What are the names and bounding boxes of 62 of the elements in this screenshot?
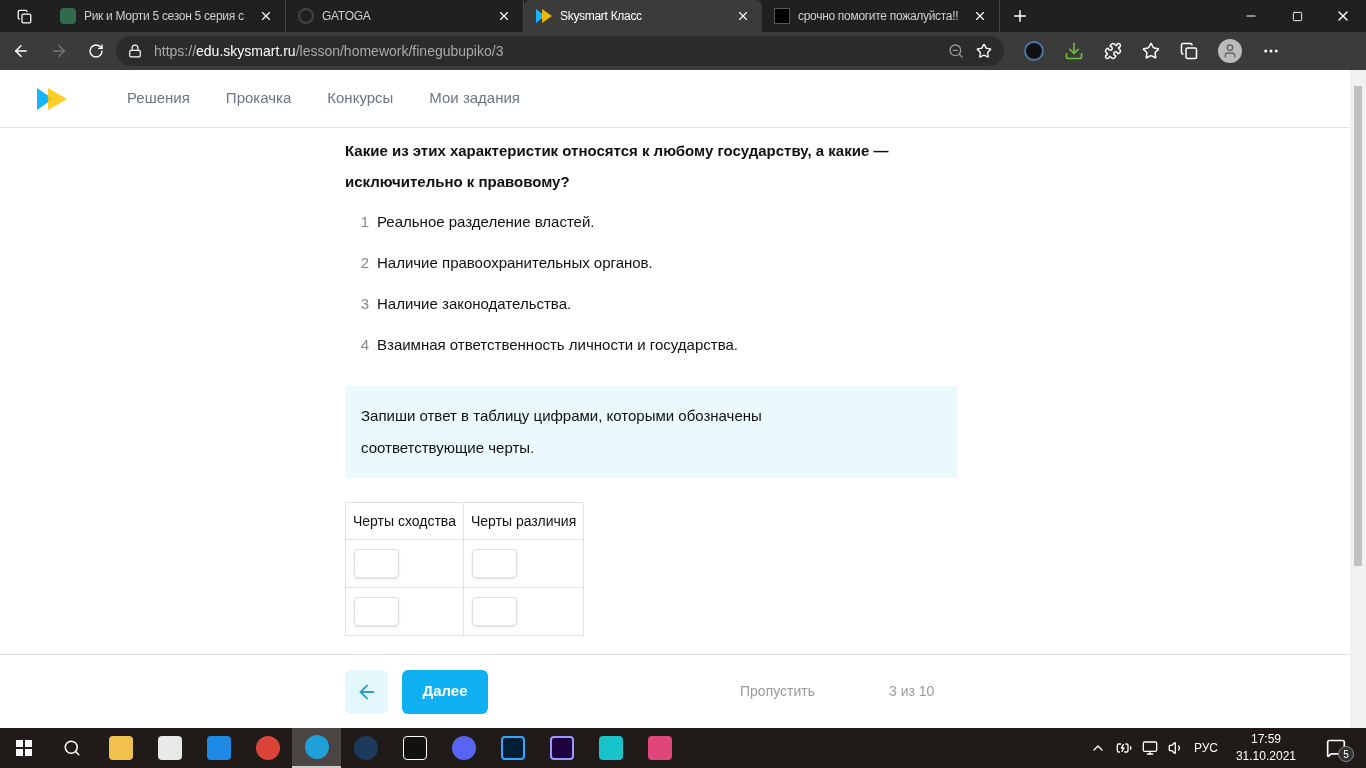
question-text: Какие из этих характеристик относятся к любому государству, а какие — исключительно к правовому? [345, 141, 890, 192]
back-icon[interactable] [12, 42, 30, 60]
answer-input[interactable] [471, 549, 517, 578]
tab-actions-icon[interactable] [16, 8, 32, 24]
favorite-icon[interactable] [976, 43, 992, 59]
lock-icon [128, 44, 142, 58]
zoom-out-icon[interactable] [948, 43, 964, 59]
answer-input[interactable] [354, 597, 399, 626]
reload-icon[interactable] [88, 43, 104, 59]
forward-icon[interactable] [50, 42, 68, 60]
maximize-icon[interactable] [1291, 10, 1303, 22]
item-number: 2 [359, 253, 369, 273]
nav-link[interactable]: Решения [127, 87, 190, 110]
close-icon[interactable] [736, 9, 750, 23]
progress-text: 3 из 10 [889, 682, 935, 701]
tab-favicon-icon [298, 8, 314, 24]
clock-time[interactable]: 17:59 [1250, 731, 1281, 748]
nav-link[interactable]: Мои задания [429, 87, 520, 110]
battery-icon[interactable] [1115, 740, 1132, 756]
item-text: Наличие правоохранительных органов. [377, 253, 653, 273]
tab-title: срочно помогите пожалуйста!! [798, 8, 960, 25]
address-field[interactable]: https://edu.skysmart.ru/lesson/homework/finegubupiko/3 [116, 36, 1004, 66]
url-text: https://edu.skysmart.ru/lesson/homework/finegubupiko/3 [154, 41, 505, 61]
extensions-icon[interactable] [1104, 42, 1122, 60]
profile-avatar[interactable] [1218, 39, 1242, 63]
item-text: Реальное разделение властей. [377, 212, 595, 232]
item-number: 3 [359, 294, 369, 314]
tab-favicon-icon [60, 8, 76, 24]
favorites-icon[interactable] [1142, 42, 1160, 60]
tab-favicon-icon [774, 8, 790, 24]
collections-icon[interactable] [1180, 42, 1198, 60]
extension-icon[interactable] [1024, 41, 1044, 61]
taskbar-app[interactable] [292, 728, 341, 768]
back-button[interactable] [345, 669, 388, 714]
notification-count: 5 [1338, 746, 1354, 762]
item-text: Взаимная ответственность личности и государства. [377, 335, 738, 355]
item-number: 1 [359, 212, 369, 232]
network-icon[interactable] [1141, 740, 1158, 756]
column-header: Черты различия [463, 502, 584, 540]
start-icon[interactable] [16, 740, 32, 756]
item-text: Наличие законодательства. [377, 294, 572, 314]
clock-date[interactable]: 31.10.2021 [1235, 748, 1296, 765]
download-icon[interactable] [1064, 41, 1084, 61]
item-number: 4 [359, 335, 369, 355]
language-indicator[interactable]: РУС [1193, 739, 1218, 757]
new-tab-icon[interactable] [1011, 7, 1029, 25]
search-icon[interactable] [63, 739, 81, 757]
close-icon[interactable] [259, 9, 273, 23]
tab-favicon-icon [536, 9, 552, 23]
browser-tab[interactable]: Skysmart Класс [524, 0, 762, 32]
column-header: Черты сходства [345, 502, 464, 540]
answer-input[interactable] [471, 597, 517, 626]
nav-link[interactable]: Прокачка [225, 87, 292, 110]
tab-title: Skysmart Класс [560, 8, 643, 25]
close-icon[interactable] [973, 9, 987, 23]
tab-title: GATOGA [322, 8, 372, 25]
tab-title: Рик и Морти 5 сезон 5 серия с [84, 8, 245, 25]
instruction-text: Запиши ответ в таблицу цифрами, которыми обозначены соответствующие черты. [361, 406, 763, 458]
close-icon[interactable] [497, 9, 511, 23]
answer-input[interactable] [354, 549, 399, 578]
nav-link[interactable]: Конкурсы [327, 87, 394, 110]
scrollbar[interactable] [1350, 70, 1366, 728]
